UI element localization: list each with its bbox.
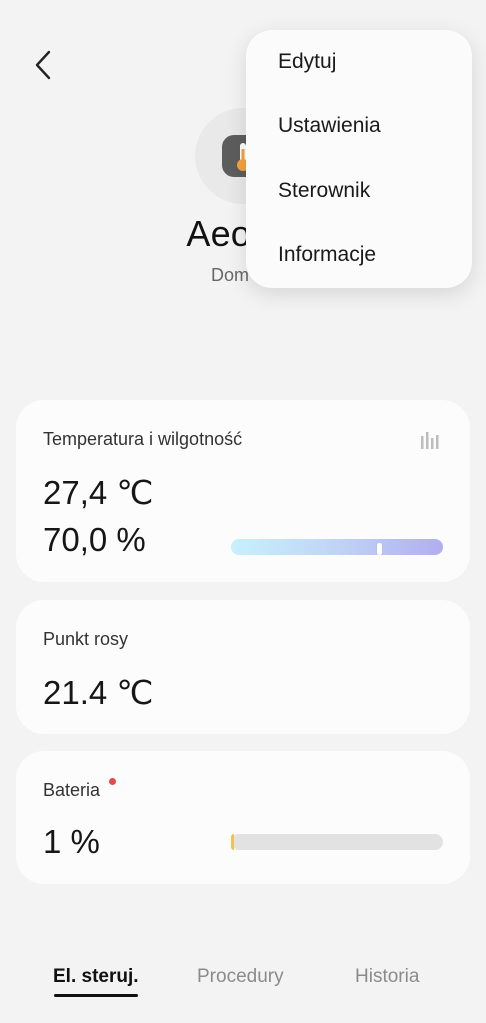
active-tab-indicator <box>54 994 138 997</box>
options-menu: Edytuj Ustawienia Sterownik Informacje <box>246 30 472 288</box>
humidity-bar <box>231 539 443 555</box>
tab-routines[interactable]: Procedury <box>197 966 284 988</box>
battery-bar <box>231 834 443 850</box>
menu-item-driver[interactable]: Sterownik <box>278 179 370 203</box>
battery-label: Bateria <box>43 780 101 800</box>
menu-item-settings[interactable]: Ustawienia <box>278 114 381 138</box>
humidity-marker <box>376 543 382 555</box>
back-button[interactable] <box>28 48 58 82</box>
menu-item-edit[interactable]: Edytuj <box>278 50 336 74</box>
temperature-value: 27,4 ℃ <box>43 474 154 511</box>
temp-humidity-card[interactable]: Temperatura i wilgotność 27,4 ℃ 70,0 % <box>16 400 470 582</box>
dew-point-card[interactable]: Punkt rosy 21.4 ℃ <box>16 600 470 734</box>
tab-controls[interactable]: El. steruj. <box>53 966 139 988</box>
dew-point-value: 21.4 ℃ <box>43 674 154 711</box>
chevron-left-icon <box>35 50 51 80</box>
battery-value: 1 % <box>43 823 100 860</box>
bar-chart-icon <box>421 432 439 449</box>
battery-card[interactable]: Bateria 1 % <box>16 751 470 884</box>
battery-alert-dot <box>109 778 116 785</box>
tab-history[interactable]: Historia <box>355 966 419 988</box>
humidity-value: 70,0 % <box>43 521 146 558</box>
battery-fill <box>231 834 234 850</box>
bottom-tabs: El. steruj. Procedury Historia <box>0 966 486 1006</box>
history-chart-button[interactable] <box>420 430 440 455</box>
dew-point-label: Punkt rosy <box>43 629 129 649</box>
temp-humidity-label: Temperatura i wilgotność <box>43 429 243 449</box>
menu-item-info[interactable]: Informacje <box>278 243 376 267</box>
